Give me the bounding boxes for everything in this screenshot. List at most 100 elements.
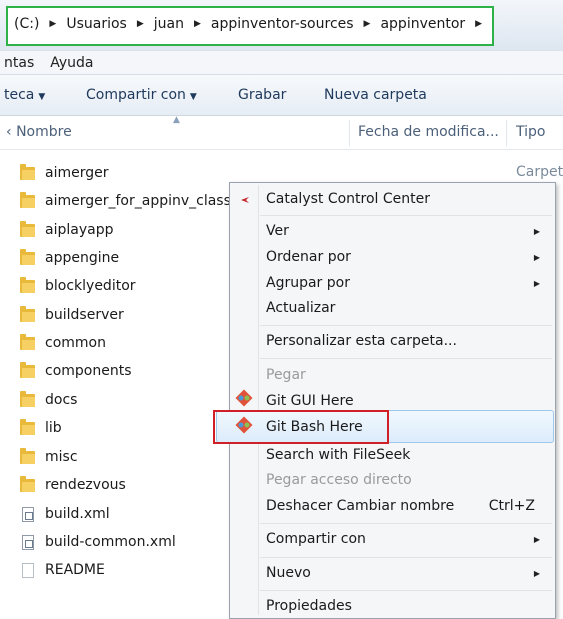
folder-icon <box>20 305 35 322</box>
file-name: build-common.xml <box>45 534 176 550</box>
folder-icon <box>20 276 35 293</box>
menu-bar: ntas Ayuda <box>0 50 563 74</box>
xml-file-icon <box>22 534 34 550</box>
address-bar[interactable]: (C:) ▶ Usuarios ▶ juan ▶ appinventor-sou… <box>6 6 494 46</box>
file-name: aimerger <box>45 165 109 181</box>
context-menu: Catalyst Control Center Ver ▶ Ordenar por… <box>216 182 556 619</box>
menu-item-deshacer-label: Deshacer Cambiar nombre <box>266 498 455 514</box>
menu-item-ordenar-label: Ordenar por <box>266 249 351 265</box>
breadcrumb-usuarios[interactable]: Usuarios <box>64 16 129 32</box>
menu-item-git-gui-here[interactable]: Git GUI Here <box>266 393 354 409</box>
menu-item-ver-label: Ver <box>266 223 289 239</box>
menu-item-pegar: Pegar <box>266 367 306 383</box>
menu-item-ver[interactable]: Ver ▶ <box>266 223 550 239</box>
menu-item-nuevo[interactable]: Nuevo ▶ <box>266 565 550 581</box>
folder-icon <box>20 191 35 208</box>
file-icon <box>22 562 34 578</box>
menu-item-agrupar-por[interactable]: Agrupar por ▶ <box>266 275 550 291</box>
folder-icon <box>20 475 35 492</box>
submenu-arrow-icon: ▶ <box>533 569 540 578</box>
column-divider[interactable] <box>506 120 507 146</box>
menu-item-compartir-con[interactable]: Compartir con ▶ <box>266 531 550 547</box>
menu-gutter <box>258 185 259 615</box>
file-name: blocklyeditor <box>45 278 136 294</box>
file-name: build.xml <box>45 506 110 522</box>
file-name: common <box>45 335 106 351</box>
file-name: lib <box>45 420 62 436</box>
menu-item-nuevo-label: Nuevo <box>266 565 311 581</box>
menu-item-ordenar-por[interactable]: Ordenar por ▶ <box>266 249 550 265</box>
column-header-type[interactable]: Tipo <box>516 124 545 140</box>
annotation-highlight-box <box>213 410 389 444</box>
menu-separator <box>260 358 552 359</box>
menu-separator <box>260 215 552 216</box>
command-bar: teca ▼ Compartir con ▼ Grabar Nueva carpet… <box>0 74 563 116</box>
column-header-modified[interactable]: Fecha de modifica... <box>358 124 499 140</box>
menu-item-propiedades[interactable]: Propiedades <box>266 598 352 614</box>
chevron-down-icon: ▼ <box>189 92 197 102</box>
folder-icon <box>20 333 35 350</box>
folder-icon <box>20 163 35 180</box>
file-name: docs <box>45 392 78 408</box>
menu-ayuda[interactable]: Ayuda <box>50 55 93 71</box>
shortcut-ctrl-z: Ctrl+Z <box>488 498 535 514</box>
git-gui-icon <box>235 389 253 407</box>
menu-item-personalizar[interactable]: Personalizar esta carpeta... <box>266 333 457 349</box>
column-headers: ▲ ‹ Nombre Fecha de modifica... Tipo <box>0 115 563 150</box>
xml-file-icon <box>22 506 34 522</box>
address-bar-area: (C:) ▶ Usuarios ▶ juan ▶ appinventor-sou… <box>0 0 563 50</box>
breadcrumb-arrow-icon[interactable]: ▶ <box>475 19 482 29</box>
breadcrumb-appinventor[interactable]: appinventor <box>378 16 467 32</box>
file-name: misc <box>45 449 78 465</box>
file-name: aiplayapp <box>45 222 114 238</box>
burn-button[interactable]: Grabar <box>238 87 286 103</box>
menu-item-search-with-fileseek[interactable]: Search with FileSeek <box>266 447 410 463</box>
folder-icon <box>20 447 35 464</box>
menu-item-actualizar[interactable]: Actualizar <box>266 300 335 316</box>
breadcrumb-arrow-icon[interactable]: ▶ <box>194 19 201 29</box>
menu-separator <box>260 523 552 524</box>
column-header-name[interactable]: ‹ Nombre <box>6 124 72 140</box>
folder-icon <box>20 418 35 435</box>
submenu-arrow-icon: ▶ <box>533 227 540 236</box>
file-name: components <box>45 363 132 379</box>
breadcrumb-appinventor-sources[interactable]: appinventor-sources <box>209 16 356 32</box>
column-header-name-label: Nombre <box>16 124 72 140</box>
breadcrumb-arrow-icon[interactable]: ▶ <box>49 19 56 29</box>
submenu-arrow-icon: ▶ <box>533 279 540 288</box>
breadcrumb-arrow-icon[interactable]: ▶ <box>364 19 371 29</box>
submenu-arrow-icon: ▶ <box>533 253 540 262</box>
folder-icon <box>20 361 35 378</box>
menu-separator <box>260 557 552 558</box>
menu-item-pegar-acceso-directo: Pegar acceso directo <box>266 472 412 488</box>
chevron-down-icon: ▼ <box>38 92 46 102</box>
catalyst-icon <box>241 197 249 203</box>
share-with-button[interactable]: Compartir con ▼ <box>86 87 197 103</box>
file-name: appengine <box>45 250 120 266</box>
file-type-cell: Carpet <box>516 164 563 180</box>
menu-separator <box>260 590 552 591</box>
column-divider[interactable] <box>349 120 350 146</box>
sort-ascending-icon: ▲ <box>173 115 180 125</box>
menu-item-catalyst-control-center[interactable]: Catalyst Control Center <box>266 191 430 207</box>
breadcrumb-drive[interactable]: (C:) <box>12 16 41 32</box>
file-name: rendezvous <box>45 477 126 493</box>
folder-icon <box>20 390 35 407</box>
library-label: teca <box>4 87 35 103</box>
menu-item-agrupar-label: Agrupar por <box>266 275 350 291</box>
breadcrumb-arrow-icon[interactable]: ▶ <box>137 19 144 29</box>
menu-herramientas[interactable]: ntas <box>4 55 34 71</box>
share-with-label: Compartir con <box>86 87 186 103</box>
file-name: aimerger_for_appinv_class <box>45 193 231 209</box>
file-name: buildserver <box>45 307 124 323</box>
new-folder-button[interactable]: Nueva carpeta <box>324 87 427 103</box>
library-button[interactable]: teca ▼ <box>4 87 45 103</box>
breadcrumb: (C:) ▶ Usuarios ▶ juan ▶ appinventor-sou… <box>12 16 490 32</box>
submenu-arrow-icon: ▶ <box>533 535 540 544</box>
breadcrumb-juan[interactable]: juan <box>152 16 186 32</box>
menu-item-compartir-label: Compartir con <box>266 531 366 547</box>
file-name: README <box>45 562 105 578</box>
folder-icon <box>20 248 35 265</box>
menu-separator <box>260 325 552 326</box>
folder-icon <box>20 220 35 237</box>
